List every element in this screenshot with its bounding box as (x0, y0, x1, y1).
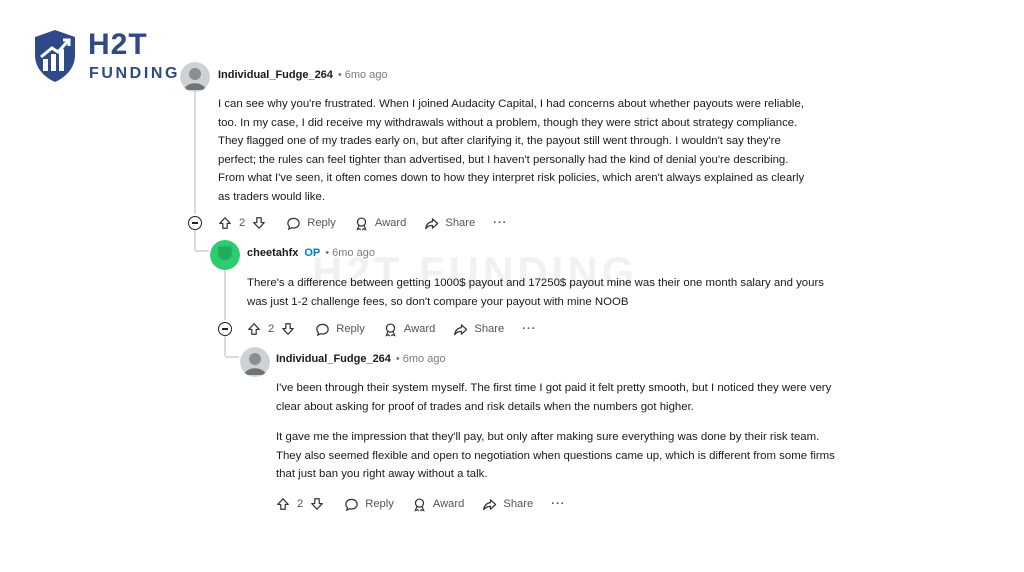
reply-label: Reply (307, 217, 336, 229)
award-button[interactable]: Award (383, 322, 436, 337)
logo-shield-icon (35, 30, 75, 82)
reply-icon (345, 498, 358, 511)
more-icon[interactable]: ··· (522, 323, 536, 335)
reply-label: Reply (336, 323, 365, 335)
share-label: Share (503, 498, 534, 510)
thread-line (225, 356, 239, 358)
thread-line[interactable] (194, 92, 196, 214)
collapse-icon[interactable] (218, 322, 232, 336)
comment-meta: Individual_Fudge_264 • 6mo ago (218, 69, 388, 81)
timestamp[interactable]: 6mo ago (403, 353, 446, 365)
comment-actions: 2 Reply Award Share ··· (276, 494, 565, 514)
award-button[interactable]: Award (354, 216, 407, 231)
share-button[interactable]: Share (424, 216, 475, 231)
comment-body: There's a difference between getting 100… (247, 274, 847, 323)
downvote-icon[interactable] (310, 497, 324, 511)
thread-line (195, 250, 209, 252)
comment-paragraph: I've been through their system myself. T… (276, 382, 832, 413)
vote-controls: 2 (218, 216, 266, 230)
comment-paragraph: There's a difference between getting 100… (247, 277, 824, 308)
upvote-icon[interactable] (276, 497, 290, 511)
username[interactable]: Individual_Fudge_264 (218, 69, 333, 81)
reply-icon (287, 217, 300, 230)
thread-line (194, 228, 196, 250)
op-badge: OP (304, 247, 321, 259)
share-label: Share (445, 217, 476, 229)
brand-name: H2T (88, 28, 148, 61)
username[interactable]: Individual_Fudge_264 (276, 353, 391, 365)
downvote-icon[interactable] (252, 216, 266, 230)
vote-score: 2 (297, 498, 304, 510)
more-icon[interactable]: ··· (551, 498, 565, 510)
vote-score: 2 (268, 323, 275, 335)
award-button[interactable]: Award (412, 497, 465, 512)
comment-body: I can see why you're frustrated. When I … (218, 95, 818, 219)
share-icon (454, 323, 468, 335)
collapse-icon[interactable] (188, 216, 202, 230)
share-label: Share (474, 323, 505, 335)
upvote-icon[interactable] (218, 216, 232, 230)
award-icon (385, 322, 396, 337)
award-label: Award (374, 217, 407, 229)
avatar[interactable] (210, 240, 240, 270)
avatar[interactable] (180, 62, 210, 92)
comment-meta: cheetahfx OP • 6mo ago (247, 247, 375, 259)
reply-button[interactable]: Reply (286, 216, 336, 231)
award-icon (414, 497, 425, 512)
timestamp[interactable]: 6mo ago (345, 69, 388, 81)
vote-score: 2 (239, 217, 246, 229)
reply-label: Reply (365, 498, 394, 510)
share-icon (483, 498, 497, 510)
upvote-icon[interactable] (247, 322, 261, 336)
timestamp[interactable]: 6mo ago (332, 247, 375, 259)
award-label: Award (403, 323, 436, 335)
comment-actions: 2 Reply Award Share ··· (247, 319, 536, 339)
award-icon (356, 216, 367, 231)
award-label: Award (432, 498, 465, 510)
thread-line[interactable] (224, 270, 226, 320)
comment-meta: Individual_Fudge_264 • 6mo ago (276, 353, 446, 365)
reply-icon (316, 323, 329, 336)
reply-button[interactable]: Reply (315, 322, 365, 337)
comment-paragraph: I can see why you're frustrated. When I … (218, 98, 805, 203)
share-icon (425, 217, 439, 229)
brand-logo: H2T FUNDING (32, 28, 182, 88)
share-button[interactable]: Share (453, 322, 504, 337)
comment-paragraph: It gave me the impression that they'll p… (276, 431, 835, 481)
comment-actions: 2 Reply Award Share ··· (218, 213, 507, 233)
share-button[interactable]: Share (482, 497, 533, 512)
comment-body: I've been through their system myself. T… (276, 379, 836, 496)
brand-subtitle: FUNDING (89, 65, 181, 82)
thread-line (224, 334, 226, 356)
vote-controls: 2 (276, 497, 324, 511)
username[interactable]: cheetahfx (247, 247, 298, 259)
downvote-icon[interactable] (281, 322, 295, 336)
reply-button[interactable]: Reply (344, 497, 394, 512)
avatar[interactable] (240, 347, 270, 377)
more-icon[interactable]: ··· (493, 217, 507, 229)
vote-controls: 2 (247, 322, 295, 336)
